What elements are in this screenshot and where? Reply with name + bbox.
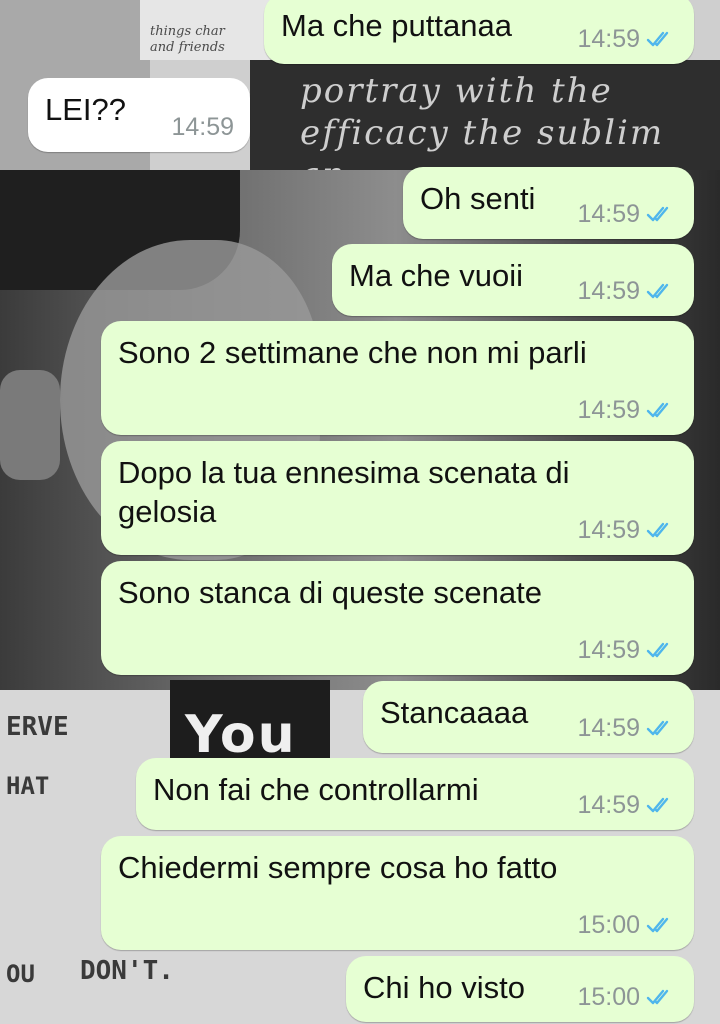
message-meta: 14:59	[577, 792, 676, 818]
message-bubble-outgoing[interactable]: Ma che puttanaa 14:59	[264, 0, 694, 64]
read-ticks-icon	[646, 31, 669, 47]
message-bubble-incoming[interactable]: LEI?? 14:59	[28, 78, 250, 152]
message-time: 14:59	[577, 277, 640, 305]
message-bubble-outgoing[interactable]: Non fai che controllarmi 14:59	[136, 758, 694, 830]
message-bubble-outgoing[interactable]: Ma che vuoii 14:59	[332, 244, 694, 316]
message-bubble-outgoing[interactable]: Dopo la tua ennesima scenata di gelosia …	[101, 441, 694, 555]
wallpaper-text: You	[185, 705, 297, 765]
message-time: 14:59	[577, 714, 640, 742]
message-text: LEI??	[45, 92, 127, 127]
message-meta: 14:59	[577, 278, 676, 304]
message-meta: 14:59	[577, 201, 676, 227]
message-text: Sono stanca di queste scenate	[118, 575, 542, 610]
message-text: Ma che vuoii	[349, 258, 524, 293]
read-ticks-icon	[646, 206, 669, 222]
message-text: Chi ho visto	[363, 970, 525, 1005]
message-meta: 14:59	[577, 715, 676, 741]
message-time: 14:59	[577, 25, 640, 53]
read-ticks-icon	[646, 522, 669, 538]
message-bubble-outgoing[interactable]: Chi ho visto 15:00	[346, 956, 694, 1022]
message-bubble-outgoing[interactable]: Chiedermi sempre cosa ho fatto 15:00	[101, 836, 694, 950]
message-text: Sono 2 settimane che non mi parli	[118, 335, 587, 370]
message-bubble-outgoing[interactable]: Oh senti 14:59	[403, 167, 694, 239]
message-meta: 14:59	[577, 26, 676, 52]
read-ticks-icon	[646, 989, 669, 1005]
wallpaper-text: ERVE	[6, 712, 69, 742]
message-text: Stancaaaa	[380, 695, 529, 730]
message-time: 14:59	[577, 516, 640, 544]
message-time: 14:59	[577, 791, 640, 819]
message-meta: 14:59	[171, 114, 234, 140]
read-ticks-icon	[646, 797, 669, 813]
message-meta: 14:59	[577, 637, 676, 663]
message-bubble-outgoing[interactable]: Sono 2 settimane che non mi parli 14:59	[101, 321, 694, 435]
read-ticks-icon	[646, 720, 669, 736]
message-bubble-outgoing[interactable]: Sono stanca di queste scenate 14:59	[101, 561, 694, 675]
message-meta: 15:00	[577, 984, 676, 1010]
message-text: Dopo la tua ennesima scenata di gelosia	[118, 455, 570, 529]
message-text: Oh senti	[420, 181, 536, 216]
message-time: 14:59	[577, 200, 640, 228]
message-meta: 15:00	[577, 912, 676, 938]
message-meta: 14:59	[577, 397, 676, 423]
wallpaper-shape	[0, 370, 60, 480]
message-time: 14:59	[577, 636, 640, 664]
message-time: 14:59	[577, 396, 640, 424]
message-meta: 14:59	[577, 517, 676, 543]
message-bubble-outgoing[interactable]: Stancaaaa 14:59	[363, 681, 694, 753]
message-text: Non fai che controllarmi	[153, 772, 479, 807]
wallpaper-text: HAT	[6, 772, 50, 800]
wallpaper-text: OU	[6, 960, 35, 988]
message-time: 15:00	[577, 983, 640, 1011]
read-ticks-icon	[646, 642, 669, 658]
read-ticks-icon	[646, 402, 669, 418]
message-text: Ma che puttanaa	[281, 8, 512, 43]
wallpaper-text: things char and friends	[150, 24, 225, 55]
message-time: 14:59	[171, 113, 234, 141]
wallpaper-text: DON'T.	[80, 956, 174, 986]
message-text: Chiedermi sempre cosa ho fatto	[118, 850, 558, 885]
chat-area[interactable]: things char and friends portray with the…	[0, 0, 720, 1024]
message-time: 15:00	[577, 911, 640, 939]
read-ticks-icon	[646, 283, 669, 299]
read-ticks-icon	[646, 917, 669, 933]
